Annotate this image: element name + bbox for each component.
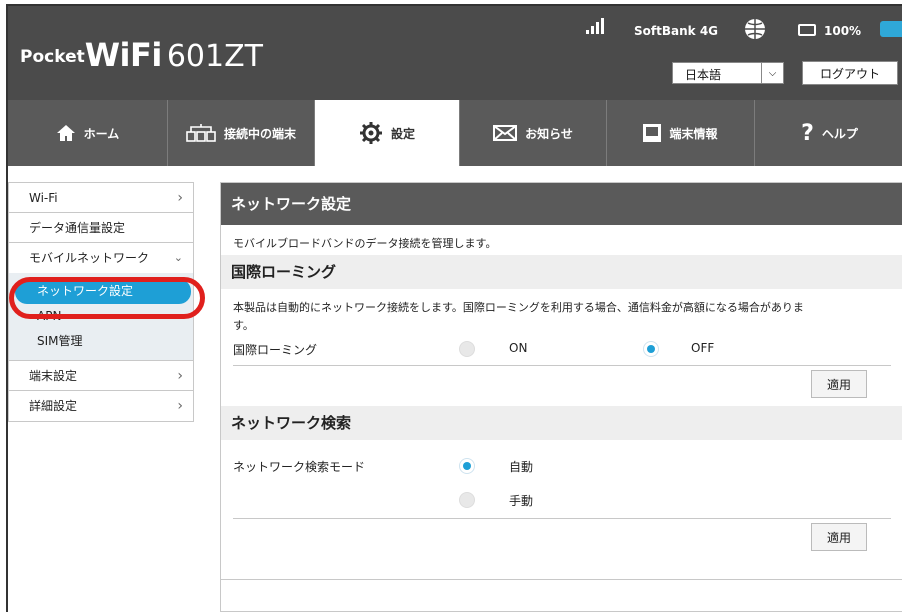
sidebar-item-advanced[interactable]: 詳細設定 › (9, 391, 193, 421)
chevron-down-icon: ⌵ (761, 63, 783, 83)
sidebar-item-wifi-label: Wi-Fi (29, 191, 58, 205)
chevron-right-icon: › (177, 368, 183, 384)
roaming-row: 国際ローミング ON OFF (221, 337, 902, 363)
battery-icon (798, 24, 816, 36)
help-icon: ? (801, 120, 814, 146)
roaming-apply-row: 適用 (221, 366, 902, 404)
search-auto-label: 自動 (509, 460, 534, 474)
device-info-icon (643, 124, 662, 142)
roaming-description: 本製品は自動的にネットワーク接続をします。国際ローミングを利用する場合、通信料金… (221, 289, 902, 337)
divider (221, 579, 902, 580)
logout-button[interactable]: ログアウト (802, 61, 898, 85)
tab-home-label: ホーム (83, 126, 120, 141)
main-content: ネットワーク設定 モバイルブロードバンドのデータ接続を管理します。 国際ローミン… (220, 182, 902, 612)
sidebar-item-wifi[interactable]: Wi-Fi › (9, 183, 193, 213)
tab-help[interactable]: ? ヘルプ (755, 100, 902, 166)
sidebar-item-mobile-network-label: モバイルネットワーク (29, 251, 150, 265)
chevron-right-icon: › (177, 398, 183, 414)
sidebar-item-mobile-network[interactable]: モバイルネットワーク ⌄ (9, 243, 193, 273)
search-apply-button[interactable]: 適用 (811, 523, 867, 551)
globe-icon (745, 19, 765, 39)
language-value: 日本語 (685, 68, 722, 82)
search-manual-row: 手動 (221, 488, 902, 514)
tab-settings-label: 設定 (390, 126, 415, 141)
logo-model: 601ZT (166, 39, 263, 74)
roaming-on-radio[interactable] (459, 341, 475, 357)
tab-connected-devices[interactable]: 接続中の端末 (168, 100, 315, 166)
tab-notices[interactable]: お知らせ (460, 100, 607, 166)
search-auto-row: ネットワーク検索モード 自動 (221, 454, 902, 480)
app-frame: PocketWiFi 601ZT SoftBank 4G 100% 日本語 ⌵ ロ… (6, 4, 902, 612)
logo-prefix: Pocket (20, 47, 85, 67)
tab-device-info[interactable]: 端末情報 (607, 100, 755, 166)
main-nav: ホーム 接続中の端末 設定 お知らせ 端末情報 ? ヘルプ (8, 100, 902, 166)
home-icon (56, 125, 75, 141)
tab-device-info-label: 端末情報 (669, 126, 718, 141)
carrier-label: SoftBank 4G (634, 24, 718, 38)
tab-connected-devices-label: 接続中の端末 (223, 126, 296, 141)
sidebar-item-advanced-label: 詳細設定 (29, 399, 78, 413)
sidebar-sub-sim[interactable]: SIM管理 (9, 329, 193, 354)
search-heading: ネットワーク検索 (221, 406, 902, 440)
search-manual-radio[interactable] (459, 492, 475, 508)
mail-icon (493, 125, 518, 141)
highlight-ring (9, 277, 205, 319)
tab-help-label: ヘルプ (821, 126, 858, 141)
carrier-name: SoftBank (634, 24, 696, 38)
roaming-apply-button[interactable]: 適用 (811, 370, 867, 398)
sidebar-item-data-usage-label: データ通信量設定 (29, 221, 126, 235)
roaming-off-label: OFF (691, 341, 715, 355)
page-title: ネットワーク設定 (221, 183, 902, 225)
tab-home[interactable]: ホーム (8, 100, 168, 166)
tab-settings[interactable]: 設定 (315, 100, 460, 166)
battery-percent: 100% (824, 24, 862, 38)
sidebar-item-device-settings-label: 端末設定 (29, 369, 78, 383)
roaming-label: 国際ローミング (233, 343, 318, 357)
chevron-down-icon: ⌄ (173, 251, 183, 264)
search-apply-row: 適用 (221, 519, 902, 557)
sidebar-item-device-settings[interactable]: 端末設定 › (9, 361, 193, 391)
logo-brand: WiFi (84, 36, 163, 74)
signal-icon (582, 16, 606, 36)
search-mode-label: ネットワーク検索モード (233, 460, 366, 474)
gear-icon (359, 122, 382, 144)
roaming-heading: 国際ローミング (221, 255, 902, 289)
page-description: モバイルブロードバンドのデータ接続を管理します。 (233, 237, 497, 250)
roaming-off-radio[interactable] (643, 341, 659, 357)
sidebar-item-data-usage[interactable]: データ通信量設定 (9, 213, 193, 243)
logo: PocketWiFi 601ZT (20, 36, 263, 74)
roaming-description-line1: 本製品は自動的にネットワーク接続をします。国際ローミングを利用する場合、通信料金… (233, 301, 804, 314)
devices-icon (186, 124, 216, 142)
language-select[interactable]: 日本語 ⌵ (672, 62, 784, 84)
header: PocketWiFi 601ZT SoftBank 4G 100% 日本語 ⌵ ロ… (8, 6, 902, 100)
search-manual-label: 手動 (509, 494, 534, 508)
tab-notices-label: お知らせ (525, 126, 573, 141)
network-type: 4G (699, 24, 719, 38)
chevron-right-icon: › (177, 190, 183, 206)
battery-level-bar (880, 21, 902, 37)
roaming-on-label: ON (509, 341, 528, 355)
search-auto-radio[interactable] (459, 458, 475, 474)
